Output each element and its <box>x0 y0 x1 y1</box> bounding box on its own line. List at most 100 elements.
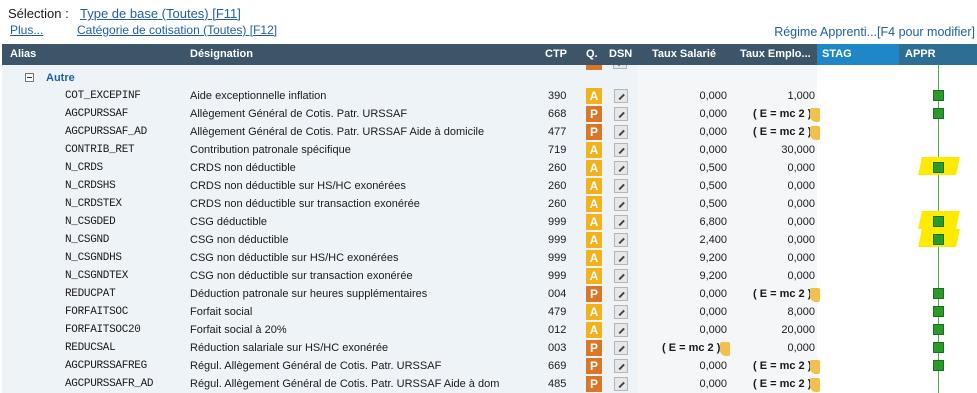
dsn-icon[interactable] <box>614 323 628 337</box>
appr-check-icon[interactable] <box>933 324 944 335</box>
designation-cell: CRDS non déductible sur transaction exon… <box>190 198 420 210</box>
column-header-taux-salarie[interactable]: Taux Salarié <box>652 44 716 65</box>
group-label: Autre <box>46 72 75 84</box>
table-row[interactable]: COT_EXCEPINF Aide exceptionnelle inflatio… <box>2 87 977 105</box>
designation-cell: Régul. Allègement Général de Cotis. Patr… <box>190 360 442 372</box>
dsn-icon[interactable] <box>614 233 628 247</box>
q-badge: P <box>586 124 602 140</box>
appr-check-icon[interactable] <box>933 234 944 245</box>
taux-salarie-cell: 0,500 <box>699 180 727 192</box>
formula-text: ( E = mc 2 ) <box>753 288 812 300</box>
appr-check-icon[interactable] <box>933 360 944 371</box>
table-row[interactable]: REDUCSAL Réduction salariale sur HS/HC ex… <box>2 339 977 357</box>
taux-salarie-cell: 9,200 <box>699 252 727 264</box>
dsn-icon[interactable] <box>614 179 628 193</box>
appr-check-icon[interactable] <box>933 90 944 101</box>
appr-check-icon[interactable] <box>933 306 944 317</box>
categorie-cotisation-filter-link[interactable]: Catégorie de cotisation (Toutes) [F12] <box>77 23 277 37</box>
dsn-icon[interactable] <box>614 287 628 301</box>
column-header-q[interactable]: Q. <box>586 44 598 65</box>
collapse-icon[interactable] <box>25 73 34 82</box>
taux-salarie-cell: 0,500 <box>699 162 727 174</box>
designation-cell: Aide exceptionnelle inflation <box>190 90 327 102</box>
dsn-icon[interactable] <box>614 341 628 355</box>
ctp-cell: 485 <box>548 378 567 390</box>
type-base-filter-link[interactable]: Type de base (Toutes) [F11] <box>80 6 241 21</box>
appr-check-icon[interactable] <box>933 342 944 353</box>
table-row[interactable]: AGCPURSSAF Allègement Général de Cotis. P… <box>2 105 977 123</box>
designation-cell: CRDS non déductible <box>190 162 296 174</box>
formula-taux-employeur: ( E = mc 2 ) <box>753 376 820 392</box>
appr-check-icon[interactable] <box>933 162 944 173</box>
ctp-cell: 669 <box>548 360 567 372</box>
taux-salarie-cell: 6,800 <box>699 216 727 228</box>
formula-tag-icon <box>810 288 820 302</box>
alias-cell: CONTRIB_RET <box>65 144 135 156</box>
taux-salarie-cell: 0,000 <box>699 144 727 156</box>
dsn-icon[interactable] <box>614 89 628 103</box>
taux-salarie-cell: 0,000 <box>699 126 727 138</box>
table-row[interactable]: AGCPURSSAF_AD Allègement Général de Cotis… <box>2 123 977 141</box>
dsn-icon[interactable] <box>614 161 628 175</box>
table-row[interactable]: N_CRDSTEX CRDS non déductible sur transac… <box>2 195 977 213</box>
column-header-stag[interactable]: STAG <box>817 44 899 65</box>
formula-text: ( E = mc 2 ) <box>753 126 812 138</box>
column-header-taux-employeur[interactable]: Taux Emplo... <box>740 44 811 65</box>
column-header-ctp[interactable]: CTP <box>545 44 567 65</box>
dsn-icon[interactable] <box>614 251 628 265</box>
group-row-autre[interactable]: Autre <box>2 69 977 87</box>
appr-check-icon[interactable] <box>933 216 944 227</box>
ctp-cell: 260 <box>548 162 567 174</box>
table-row[interactable]: AGCPURSSAFREG Régul. Allègement Général d… <box>2 357 977 375</box>
column-header-designation[interactable]: Désignation <box>190 44 253 65</box>
column-header-appr[interactable]: APPR <box>899 44 977 65</box>
q-badge: P <box>586 286 602 302</box>
appr-check-icon[interactable] <box>933 108 944 119</box>
dsn-icon[interactable] <box>614 305 628 319</box>
dsn-icon[interactable] <box>614 125 628 139</box>
dsn-icon[interactable] <box>614 377 628 391</box>
plus-link[interactable]: Plus... <box>10 23 43 37</box>
alias-cell: N_CRDSTEX <box>65 198 122 210</box>
q-badge: A <box>586 304 602 320</box>
table-row[interactable]: N_CRDS CRDS non déductible 260 A 0,500 0,000 <box>2 157 977 177</box>
table-row[interactable]: N_CSGNDTEX CSG non déductible sur transac… <box>2 267 977 285</box>
designation-cell: CSG non déductible sur HS/HC exonérées <box>190 252 399 264</box>
table-row[interactable]: AGCPURSSAFR_AD Régul. Allègement Général … <box>2 375 977 393</box>
q-badge: A <box>586 322 602 338</box>
alias-cell: AGCPURSSAFREG <box>65 360 147 372</box>
ctp-cell: 999 <box>548 252 567 264</box>
alias-cell: FORFAITSOC <box>65 306 129 318</box>
selection-toolbar: Sélection : Type de base (Toutes) [F11] … <box>0 0 977 44</box>
grid-header: Alias Désignation CTP Q. DSN Taux Salari… <box>2 44 977 65</box>
column-header-dsn[interactable]: DSN <box>609 44 632 65</box>
regime-selector[interactable]: Régime Apprenti...[F4 pour modifier] <box>774 25 975 39</box>
q-badge: A <box>586 178 602 194</box>
table-row[interactable]: N_CRDSHS CRDS non déductible sur HS/HC ex… <box>2 177 977 195</box>
dsn-icon[interactable] <box>614 143 628 157</box>
ctp-cell: 999 <box>548 234 567 246</box>
table-row[interactable]: CONTRIB_RET Contribution patronale spécif… <box>2 141 977 159</box>
dsn-icon[interactable] <box>614 215 628 229</box>
taux-salarie-cell: 0,000 <box>699 288 727 300</box>
dsn-icon[interactable] <box>614 269 628 283</box>
q-badge: P <box>586 376 602 392</box>
dsn-icon[interactable] <box>614 107 628 121</box>
dsn-icon[interactable] <box>614 197 628 211</box>
designation-cell: Forfait social à 20% <box>190 324 287 336</box>
table-row[interactable]: FORFAITSOC Forfait social 479 A 0,000 8,000 <box>2 303 977 321</box>
alias-cell: N_CSGNDHS <box>65 252 122 264</box>
ctp-cell: 003 <box>548 342 567 354</box>
table-row[interactable]: N_CSGNDHS CSG non déductible sur HS/HC ex… <box>2 249 977 267</box>
table-row[interactable]: N_CSGND CSG non déductible 999 A 2,400 0,000 <box>2 229 977 249</box>
column-header-alias[interactable]: Alias <box>10 44 36 65</box>
taux-salarie-cell: 9,200 <box>699 270 727 282</box>
taux-employeur-cell: 20,000 <box>781 324 815 336</box>
alias-cell: N_CSGDED <box>65 216 116 228</box>
dsn-icon[interactable] <box>614 359 628 373</box>
appr-check-icon[interactable] <box>933 288 944 299</box>
table-row[interactable]: REDUCPAT Déduction patronale sur heures s… <box>2 285 977 303</box>
table-row[interactable]: N_CSGDED CSG déductible 999 A 6,800 0,000 <box>2 211 977 231</box>
table-row[interactable]: FORFAITSOC20 Forfait social à 20% 012 A 0,00… <box>2 321 977 339</box>
formula-text: ( E = mc 2 ) <box>662 342 721 354</box>
